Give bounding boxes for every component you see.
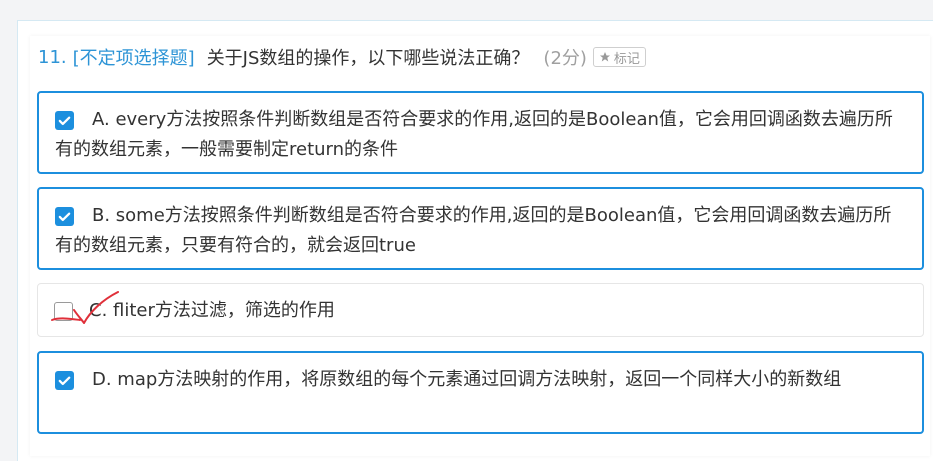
option-d-text: D. map方法映射的作用，将原数组的每个元素通过回调方法映射，返回一个同样大小… (92, 369, 842, 390)
star-icon (599, 52, 610, 62)
question-type: [不定项选择题] (72, 48, 195, 69)
option-c-text: C. fliter方法过滤，筛选的作用 (89, 300, 335, 321)
mark-label: 标记 (613, 51, 640, 67)
option-c[interactable]: C. fliter方法过滤，筛选的作用 (37, 283, 924, 337)
option-a[interactable]: A. every方法按照条件判断数组是否符合要求的作用,返回的是Boolean值… (37, 91, 924, 174)
option-b[interactable]: B. some方法按照条件判断数组是否符合要求的作用,返回的是Boolean值，… (37, 187, 924, 270)
question-text: 关于JS数组的操作，以下哪些说法正确？ (206, 48, 530, 69)
option-a-text: A. every方法按照条件判断数组是否符合要求的作用,返回的是Boolean值… (55, 109, 893, 160)
question-header: 11. [不定项选择题] 关于JS数组的操作，以下哪些说法正确？ (2分) 标记 (38, 42, 646, 72)
option-d[interactable]: D. map方法映射的作用，将原数组的每个元素通过回调方法映射，返回一个同样大小… (37, 351, 924, 434)
question-number: 11. (38, 46, 67, 68)
mark-button[interactable]: 标记 (592, 47, 646, 67)
question-score: (2分) (543, 48, 587, 69)
option-b-text: B. some方法按照条件判断数组是否符合要求的作用,返回的是Boolean值，… (55, 205, 892, 256)
